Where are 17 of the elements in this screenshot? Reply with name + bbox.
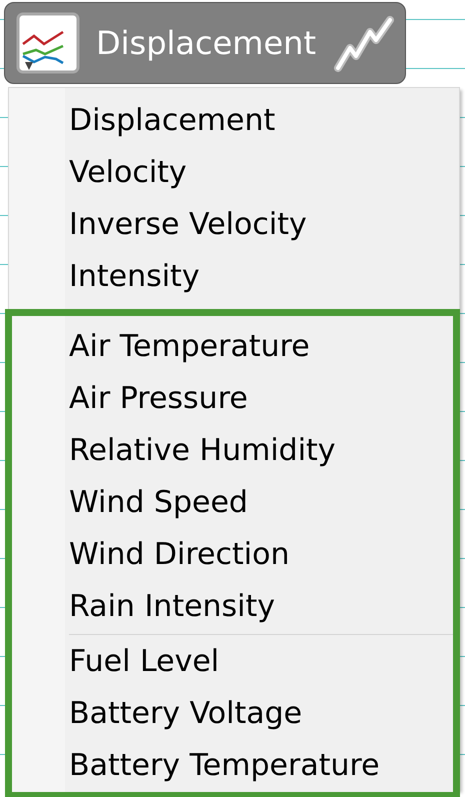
chart-type-selector[interactable]: Displacement (4, 2, 406, 84)
menu-item[interactable]: Velocity (9, 147, 459, 199)
menu-item[interactable]: Fuel Level (12, 636, 453, 688)
menu-item[interactable]: Rain Intensity (12, 581, 453, 633)
menu-item[interactable]: Air Temperature (12, 321, 453, 373)
menu-item[interactable]: Inverse Velocity (9, 199, 459, 251)
menu-item[interactable]: Wind Speed (12, 477, 453, 529)
line-graph-icon[interactable] (334, 14, 394, 72)
chart-lines-icon (16, 12, 80, 74)
menu-item[interactable]: Air Pressure (12, 373, 453, 425)
menu-item[interactable]: Intensity (9, 251, 459, 303)
menu-item[interactable]: Battery Temperature (12, 740, 453, 792)
selector-label: Displacement (96, 24, 316, 62)
menu-item[interactable]: Relative Humidity (12, 425, 453, 477)
menu-item[interactable]: Displacement (9, 95, 459, 147)
menu-item[interactable]: Wind Direction (12, 529, 453, 581)
menu-item[interactable]: Battery Voltage (12, 688, 453, 740)
